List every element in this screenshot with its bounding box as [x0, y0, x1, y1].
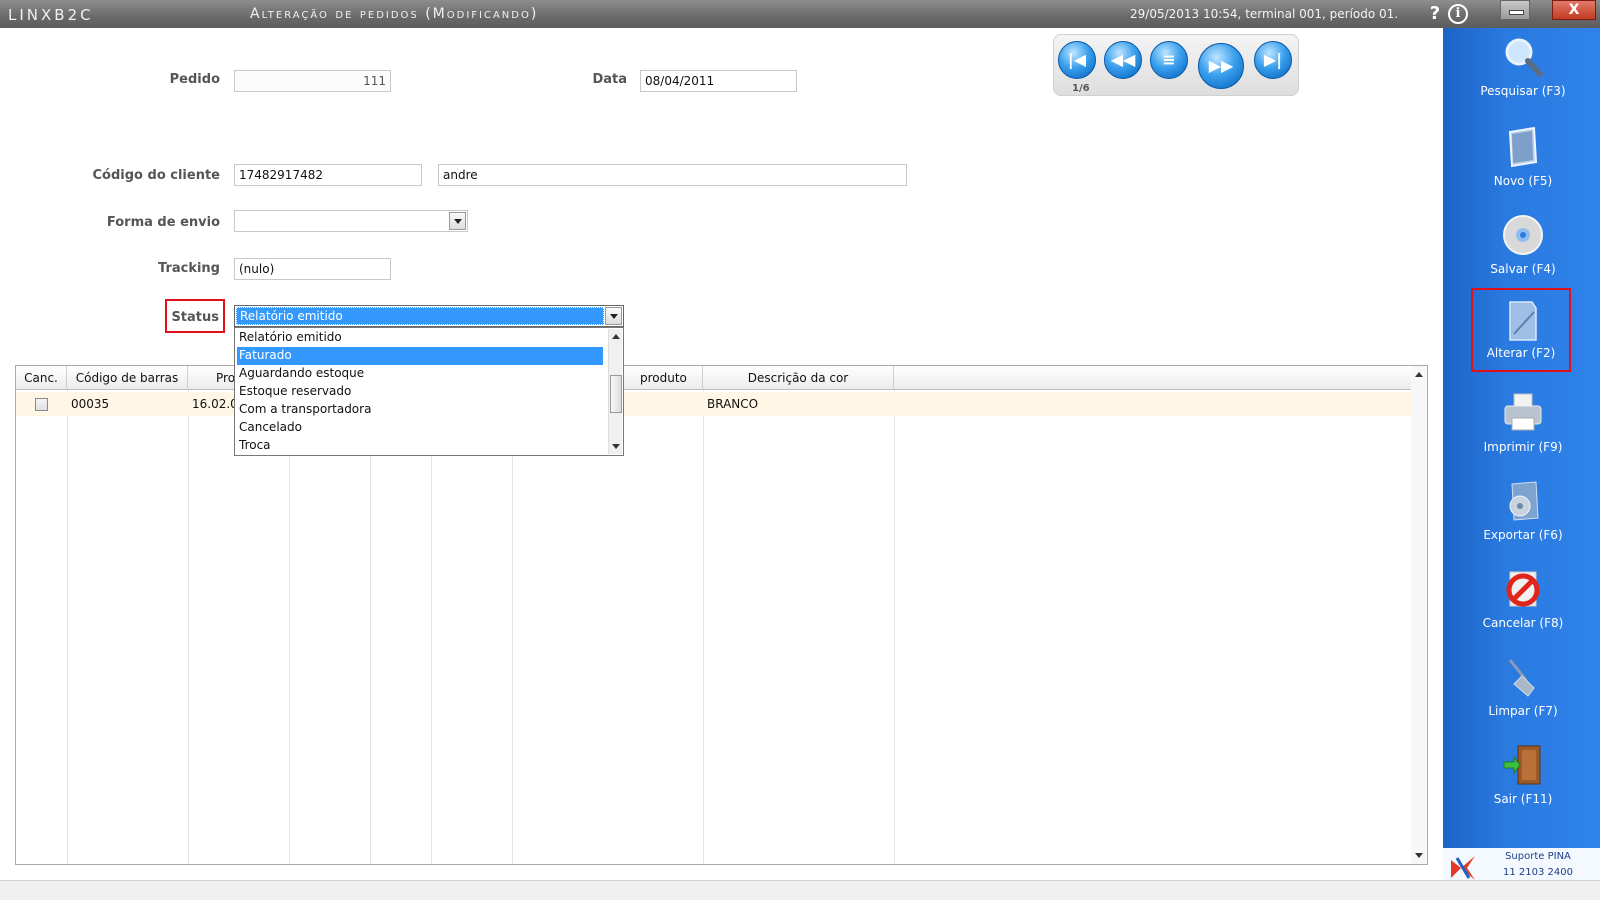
data-field[interactable]: 08/04/2011: [640, 70, 797, 92]
info-icon[interactable]: i: [1448, 4, 1468, 24]
scroll-thumb[interactable]: [610, 375, 622, 413]
exit-label: Sair (F11): [1493, 792, 1553, 806]
status-option-faturado[interactable]: Faturado: [237, 347, 603, 365]
tracking-label: Tracking: [158, 261, 220, 276]
grid-divider: [894, 390, 895, 864]
status-dropdown-list: Relatório emitido Faturado Aguardando es…: [234, 327, 624, 456]
title-bar: LINXB2C Alteração de pedidos (Modificand…: [0, 0, 1600, 28]
envio-label: Forma de envio: [106, 215, 220, 230]
new-document-icon: [1508, 126, 1538, 168]
grid-divider: [703, 390, 704, 864]
disc-icon: [1503, 215, 1543, 255]
grid-divider: [512, 390, 513, 864]
clear-button[interactable]: Limpar (F7): [1461, 652, 1585, 732]
export-label: Exportar (F6): [1483, 528, 1563, 542]
status-option-relatorio[interactable]: Relatório emitido: [237, 329, 603, 347]
status-option-reservado[interactable]: Estoque reservado: [237, 383, 603, 401]
edit-button[interactable]: Alterar (F2): [1471, 288, 1571, 372]
close-button[interactable]: X: [1552, 0, 1596, 20]
pedido-field[interactable]: 111: [234, 70, 391, 92]
cliente-code-field[interactable]: 17482917482: [234, 164, 422, 186]
list-records-button[interactable]: ≡: [1150, 41, 1188, 79]
record-navigation: |◀ ◀◀ ≡ ▶▶ ▶| 1/6: [1053, 34, 1299, 96]
grid-divider: [431, 390, 432, 864]
scroll-down-icon[interactable]: [612, 444, 620, 449]
record-counter: 1/6: [1072, 83, 1090, 94]
canc-checkbox[interactable]: [35, 398, 48, 411]
action-sidebar: Pesquisar (F3) Novo (F5) Salvar (F4) Alt…: [1443, 28, 1600, 888]
scroll-down-icon[interactable]: [1415, 853, 1423, 858]
previous-record-button[interactable]: ◀◀: [1104, 41, 1142, 79]
print-button[interactable]: Imprimir (F9): [1461, 388, 1585, 468]
chevron-down-icon[interactable]: [449, 212, 466, 230]
header-desc-cor[interactable]: Descrição da cor: [703, 366, 894, 390]
tracking-field[interactable]: (nulo): [234, 258, 391, 280]
edit-label: Alterar (F2): [1486, 346, 1556, 360]
support-phone: 11 2103 2400: [1503, 867, 1573, 878]
scroll-up-icon[interactable]: [1415, 372, 1423, 377]
cancel-icon: [1506, 571, 1540, 607]
dropdown-scrollbar[interactable]: [608, 329, 622, 454]
cor-cell: BRANCO: [707, 397, 759, 411]
minimize-button[interactable]: [1500, 0, 1530, 20]
clear-label: Limpar (F7): [1488, 704, 1558, 718]
cliente-name-field[interactable]: andre: [438, 164, 907, 186]
chevron-down-icon[interactable]: [605, 307, 622, 325]
search-button[interactable]: Pesquisar (F3): [1461, 32, 1585, 112]
cancel-button[interactable]: Cancelar (F8): [1461, 564, 1585, 644]
session-info: 29/05/2013 10:54, terminal 001, período …: [1130, 7, 1399, 21]
export-button[interactable]: Exportar (F6): [1461, 476, 1585, 556]
print-label: Imprimir (F9): [1483, 440, 1563, 454]
scroll-up-icon[interactable]: [612, 334, 620, 339]
data-label: Data: [592, 72, 627, 87]
status-label: Status: [171, 310, 219, 325]
new-button[interactable]: Novo (F5): [1461, 122, 1585, 202]
status-option-cancelado[interactable]: Cancelado: [237, 419, 603, 437]
status-selected-value: Relatório emitido: [236, 307, 604, 325]
export-icon: [1509, 481, 1539, 521]
produto-cell: 16.02.0: [192, 397, 238, 411]
grid-divider: [289, 390, 290, 864]
grid-divider: [67, 390, 68, 864]
grid-header: Canc. Código de barras Pro produto Descr…: [16, 366, 1411, 390]
cliente-label: Código do cliente: [92, 168, 220, 183]
edit-document-icon: [1509, 301, 1537, 341]
items-grid: Canc. Código de barras Pro produto Descr…: [15, 365, 1428, 865]
broom-icon: [1508, 659, 1535, 697]
table-row[interactable]: 00035 16.02.0 BRANCO: [16, 392, 1411, 416]
status-option-troca[interactable]: Troca: [237, 437, 603, 455]
grid-divider: [370, 390, 371, 864]
exit-button[interactable]: Sair (F11): [1461, 740, 1585, 820]
grid-scrollbar[interactable]: [1411, 366, 1427, 864]
status-bar: [0, 880, 1600, 900]
first-record-button[interactable]: |◀: [1058, 41, 1096, 79]
window-title: Alteração de pedidos (Modificando): [250, 6, 539, 22]
status-option-transportadora[interactable]: Com a transportadora: [237, 401, 603, 419]
header-canc[interactable]: Canc.: [16, 366, 67, 390]
status-select[interactable]: Relatório emitido: [234, 305, 624, 327]
status-option-aguardando[interactable]: Aguardando estoque: [237, 365, 603, 383]
last-record-button[interactable]: ▶|: [1254, 41, 1292, 79]
barcode-cell: 00035: [71, 397, 110, 411]
cancel-label: Cancelar (F8): [1482, 616, 1564, 630]
envio-select[interactable]: [234, 210, 468, 232]
new-label: Novo (F5): [1493, 174, 1553, 188]
save-button[interactable]: Salvar (F4): [1461, 210, 1585, 290]
header-barcode[interactable]: Código de barras: [67, 366, 188, 390]
linx-logo-icon: [1451, 856, 1475, 880]
exit-door-icon: [1503, 745, 1541, 785]
magnifier-icon: [1505, 38, 1543, 77]
search-label: Pesquisar (F3): [1480, 84, 1566, 98]
pedido-label: Pedido: [169, 72, 220, 87]
grid-divider: [188, 390, 189, 864]
app-name: LINXB2C: [8, 6, 94, 24]
next-record-button[interactable]: ▶▶: [1198, 43, 1244, 89]
printer-icon: [1504, 393, 1542, 431]
support-name: Suporte PINA: [1505, 851, 1571, 862]
help-icon[interactable]: ?: [1426, 3, 1444, 25]
save-label: Salvar (F4): [1490, 262, 1556, 276]
